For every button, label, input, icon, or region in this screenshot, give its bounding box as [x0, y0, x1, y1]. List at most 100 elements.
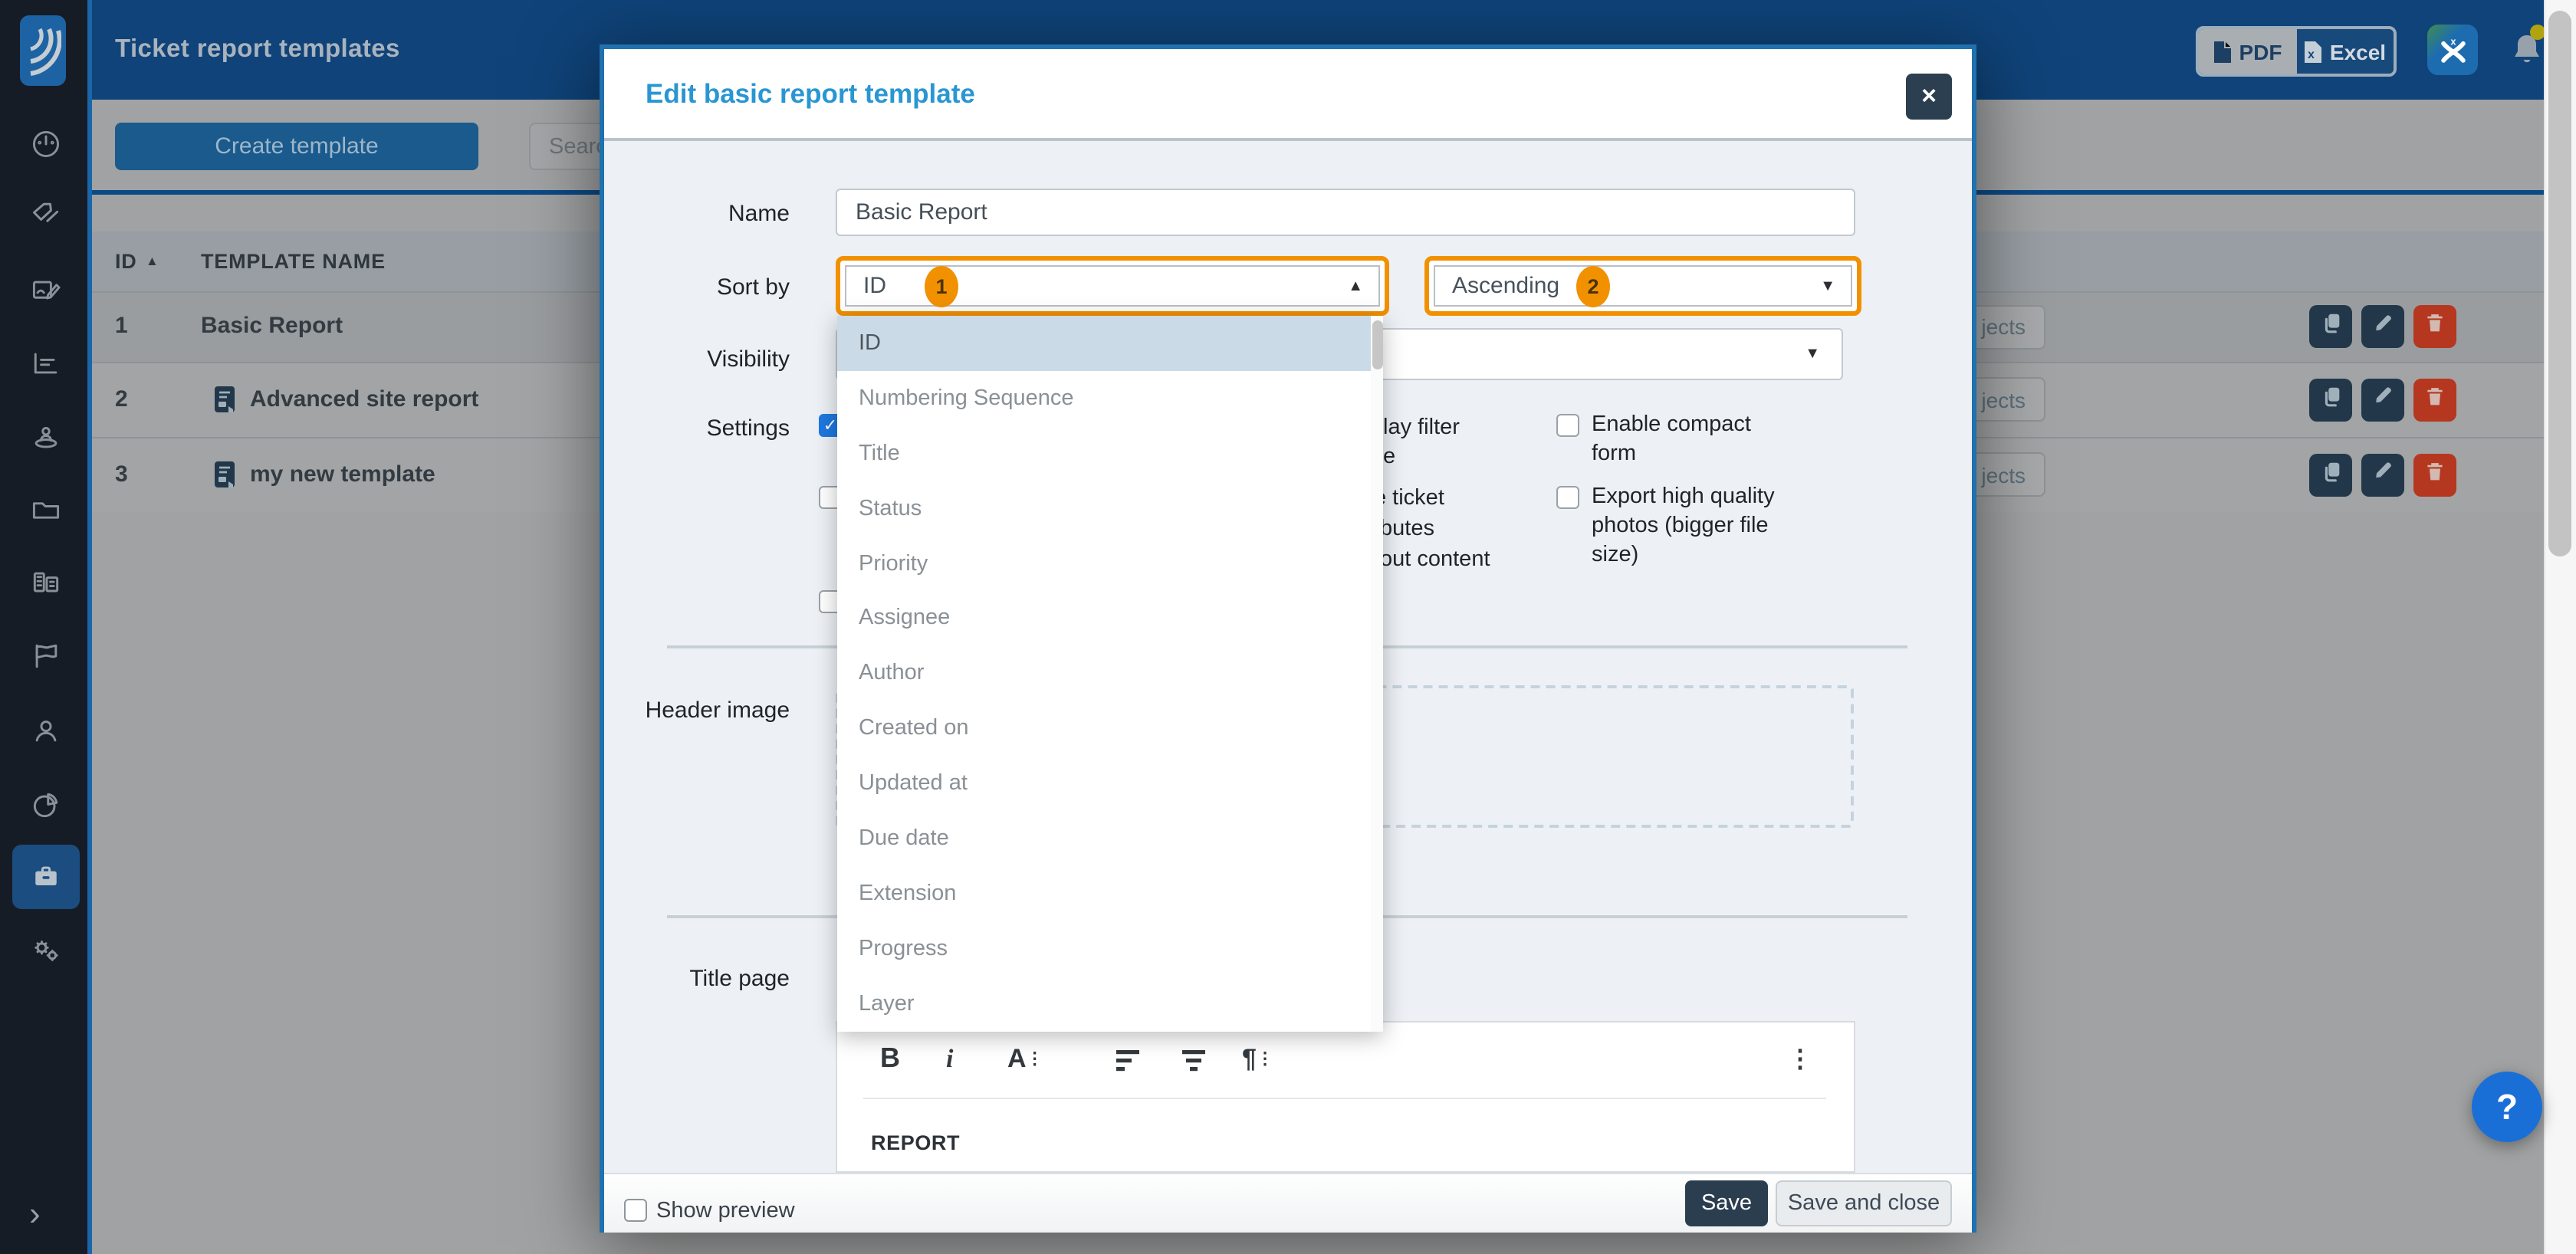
paragraph-icon[interactable]: ¶⋮ — [1242, 1044, 1273, 1075]
delete-button[interactable] — [2413, 378, 2456, 421]
font-size-icon[interactable]: A⋮ — [1007, 1044, 1043, 1075]
row-id: 3 — [115, 461, 128, 487]
dropdown-option-extension[interactable]: Extension — [837, 866, 1383, 921]
help-button[interactable]: ? — [2472, 1072, 2542, 1142]
sidebar-item-user[interactable] — [12, 699, 80, 763]
close-icon[interactable]: × — [1906, 74, 1952, 120]
create-template-button[interactable]: Create template — [115, 123, 478, 170]
notification-dot — [2530, 25, 2545, 40]
show-preview-label: Show preview — [656, 1199, 795, 1223]
sort-direction-value: Ascending — [1452, 273, 1559, 299]
name-column-header[interactable]: TEMPLATE NAME — [201, 250, 386, 273]
sort-direction-select[interactable]: Ascending 2 ▼ — [1424, 256, 1861, 316]
sidebar-item-location-person[interactable] — [12, 405, 80, 469]
dashboard-gauge-icon — [29, 127, 63, 161]
title-page-label: Title page — [604, 966, 790, 992]
align-center-icon[interactable] — [1181, 1049, 1208, 1081]
align-left-icon[interactable] — [1115, 1049, 1142, 1081]
sidebar-item-pie-chart[interactable] — [12, 773, 80, 837]
dropdown-option-author[interactable]: Author — [837, 646, 1383, 701]
user-icon — [29, 714, 63, 748]
save-button[interactable]: Save — [1685, 1180, 1768, 1226]
copy-icon — [2319, 384, 2342, 415]
sidebar-item-site-plan[interactable] — [12, 259, 80, 323]
editor-content[interactable]: REPORT — [871, 1131, 960, 1154]
duplicate-button[interactable] — [2309, 305, 2352, 348]
template-name[interactable]: my new template — [250, 461, 435, 487]
report-template-icon — [213, 384, 238, 422]
dropdown-option-status[interactable]: Status — [837, 481, 1383, 536]
show-preview-checkbox[interactable] — [624, 1199, 647, 1222]
edit-button[interactable] — [2361, 378, 2404, 421]
logo-arcs-icon — [25, 21, 61, 80]
app-logo-button[interactable]: x — [2427, 25, 2478, 75]
template-name-input[interactable]: Basic Report — [836, 189, 1855, 236]
excel-toggle-button[interactable]: x Excel — [2296, 29, 2394, 74]
sidebar-item-chart[interactable] — [12, 331, 80, 396]
duplicate-button[interactable] — [2309, 378, 2352, 421]
pdf-toggle-button[interactable]: PDF — [2199, 29, 2296, 74]
italic-icon[interactable]: i — [946, 1044, 953, 1075]
tags-icon — [29, 198, 63, 231]
sidebar-item-flag[interactable] — [12, 624, 80, 688]
kebab-menu-icon[interactable]: ⋮ — [1788, 1044, 1812, 1075]
title-page-editor[interactable] — [836, 1021, 1855, 1173]
sidebar-item-folder[interactable] — [12, 478, 80, 543]
sidebar-item-settings-gears[interactable] — [12, 918, 80, 983]
bold-icon[interactable]: B — [880, 1042, 900, 1075]
sidebar-item-tags[interactable] — [12, 182, 80, 247]
sort-field-select[interactable]: ID 1 ▲ — [836, 256, 1389, 316]
clipped-setting-label: e ticket — [1374, 486, 1444, 510]
view-toggle: PDF x Excel — [2196, 26, 2397, 77]
caret-down-icon: ▼ — [1805, 346, 1820, 363]
company-logo[interactable] — [20, 15, 66, 86]
svg-text:x: x — [2308, 48, 2315, 61]
dropdown-option-title[interactable]: Title — [837, 426, 1383, 481]
clipped-setting-label: out content — [1380, 547, 1490, 572]
sidebar-item-dashboard-gauge[interactable] — [12, 112, 80, 176]
dropdown-option-priority[interactable]: Priority — [837, 536, 1383, 591]
dropdown-scrollbar-thumb[interactable] — [1372, 320, 1382, 369]
enable-compact-form-checkbox[interactable] — [1556, 414, 1579, 437]
dropdown-scrollbar-track[interactable] — [1371, 316, 1383, 1032]
dropdown-option-created-on[interactable]: Created on — [837, 701, 1383, 757]
settings-label: Settings — [604, 415, 790, 442]
edit-button[interactable] — [2361, 453, 2404, 496]
location-person-icon — [29, 420, 63, 454]
sidebar-item-briefcase[interactable] — [12, 845, 80, 909]
excel-file-icon: x — [2304, 39, 2324, 64]
export-high-quality-checkbox[interactable] — [1556, 486, 1579, 509]
page-title: Ticket report templates — [115, 35, 400, 64]
template-name[interactable]: Basic Report — [201, 313, 343, 339]
edit-button[interactable] — [2361, 305, 2404, 348]
company-icon — [29, 566, 63, 599]
settings-gears-icon — [29, 934, 63, 967]
save-and-close-button[interactable]: Save and close — [1776, 1180, 1952, 1226]
dropdown-option-assignee[interactable]: Assignee — [837, 591, 1383, 646]
id-column-header[interactable]: ID — [115, 250, 137, 273]
caret-down-icon: ▼ — [1820, 277, 1835, 294]
visibility-label: Visibility — [604, 346, 790, 373]
clipped-setting-label: e — [1383, 445, 1395, 469]
pencil-icon — [2372, 385, 2394, 414]
page-scrollbar-thumb[interactable] — [2548, 11, 2571, 556]
sort-ascending-caret-icon[interactable]: ▲ — [146, 253, 159, 268]
dropdown-option-numbering-sequence[interactable]: Numbering Sequence — [837, 371, 1383, 426]
dropdown-option-updated-at[interactable]: Updated at — [837, 757, 1383, 812]
folder-icon — [29, 494, 63, 527]
pencil-icon — [2372, 460, 2394, 489]
template-name[interactable]: Advanced site report — [250, 386, 478, 412]
delete-button[interactable] — [2413, 453, 2456, 496]
row-id: 2 — [115, 386, 128, 412]
sidebar-item-company[interactable] — [12, 550, 80, 615]
delete-button[interactable] — [2413, 305, 2456, 348]
export-high-quality-label: Export high quality photos (bigger file … — [1592, 483, 1788, 570]
sidebar-expand-chevron-icon[interactable]: › — [29, 1194, 41, 1234]
row-id: 1 — [115, 313, 128, 339]
sort-field-value: ID — [863, 273, 886, 299]
dropdown-option-due-date[interactable]: Due date — [837, 811, 1383, 866]
dropdown-option-id[interactable]: ID — [837, 316, 1383, 371]
duplicate-button[interactable] — [2309, 453, 2352, 496]
dropdown-option-progress[interactable]: Progress — [837, 921, 1383, 977]
dropdown-option-layer[interactable]: Layer — [837, 977, 1383, 1032]
